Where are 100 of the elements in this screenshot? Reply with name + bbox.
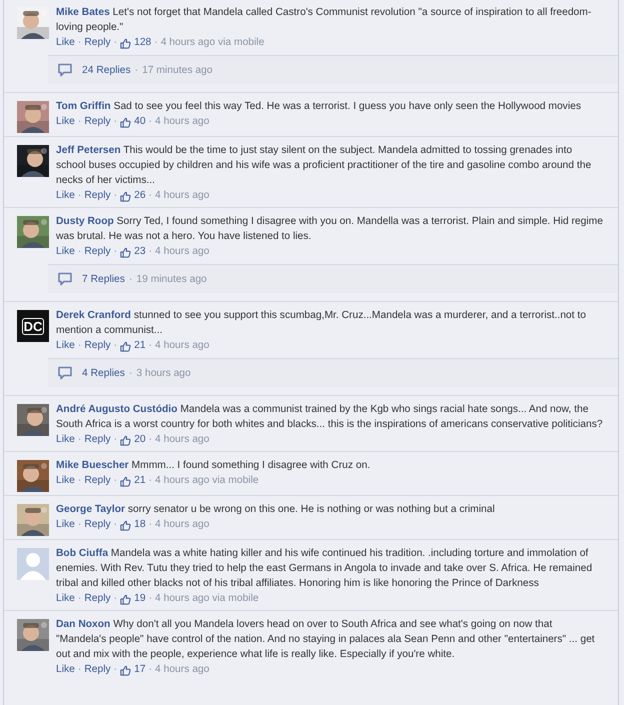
separator: · bbox=[148, 245, 152, 259]
separator: · bbox=[114, 433, 118, 447]
separator: · bbox=[148, 518, 152, 532]
author-link[interactable]: Tom Griffin bbox=[56, 101, 111, 112]
speech-bubble-icon bbox=[58, 63, 72, 77]
avatar-initials: DC bbox=[22, 318, 44, 334]
separator: · bbox=[114, 115, 118, 129]
thumbs-up-icon bbox=[120, 664, 132, 676]
comment-text: Dusty Roop Sorry Ted, I found something I disagree with you on. Mandella was a terrorist. Plain and simple. Hid regime was brutal. He was not a hero. You have listened to lies. bbox=[56, 215, 604, 244]
reply-link[interactable]: Reply bbox=[84, 662, 111, 678]
speech-bubble-icon bbox=[58, 272, 72, 286]
separator: · bbox=[148, 115, 152, 129]
comment-text: André Augusto Custódio Mandela was a communist trained by the Kgb who sings racial hate songs... And now, the South Africa is a worst country for both whites and blacks... this is the inspirations of americans conservative politicians? bbox=[56, 403, 604, 432]
separator: · bbox=[128, 368, 132, 378]
thumbs-up-icon bbox=[120, 340, 132, 352]
like-count[interactable]: 19 bbox=[134, 591, 146, 607]
separator: · bbox=[114, 36, 118, 50]
separator: · bbox=[78, 245, 82, 259]
comment-text: Jeff Petersen This would be the time to just stay silent on the subject. Mandela admitted to tossing grenades into school buses occupied by children and his wife was a proficient practitioner of the tire and gasoline combo around the necks of her victims... bbox=[56, 144, 592, 188]
thumbs-up-icon bbox=[120, 594, 132, 604]
like-link[interactable]: Like bbox=[56, 244, 75, 260]
timestamp: 4 hours ago bbox=[155, 189, 210, 203]
reply-link[interactable]: Reply bbox=[84, 35, 111, 51]
reply-link[interactable]: Reply bbox=[84, 517, 111, 533]
author-link[interactable]: Dan Noxon bbox=[56, 619, 110, 630]
reply-link[interactable]: Reply bbox=[84, 432, 111, 448]
like-link[interactable]: Like bbox=[56, 188, 75, 204]
separator: · bbox=[114, 592, 118, 606]
separator: · bbox=[114, 339, 118, 353]
separator: · bbox=[78, 433, 82, 447]
author-link[interactable]: Mike Buescher bbox=[56, 460, 129, 471]
like-count[interactable]: 18 bbox=[134, 517, 146, 533]
reply-link[interactable]: Reply bbox=[84, 473, 111, 489]
thumbs-up-icon bbox=[120, 476, 132, 486]
speech-bubble-icon bbox=[58, 366, 72, 380]
separator: · bbox=[154, 36, 158, 50]
like-count[interactable]: 17 bbox=[134, 662, 146, 678]
separator: · bbox=[114, 189, 118, 203]
separator: · bbox=[78, 189, 82, 203]
timestamp: 4 hours ago bbox=[155, 433, 210, 447]
like-link[interactable]: Like bbox=[56, 662, 75, 678]
like-link[interactable]: Like bbox=[56, 517, 75, 533]
separator: · bbox=[78, 518, 82, 532]
like-link[interactable]: Like bbox=[56, 35, 75, 51]
like-link[interactable]: Like bbox=[56, 338, 75, 354]
author-link[interactable]: Jeff Petersen bbox=[56, 145, 121, 156]
thumbs-up-icon bbox=[120, 434, 132, 446]
reply-link[interactable]: Reply bbox=[84, 591, 111, 607]
replies-link[interactable]: 24 Replies bbox=[82, 64, 131, 76]
thumbs-up-icon bbox=[120, 246, 132, 258]
reply-link[interactable]: Reply bbox=[84, 188, 111, 204]
timestamp: 4 hours ago bbox=[155, 339, 210, 353]
timestamp: 4 hours ago via mobile bbox=[155, 592, 259, 606]
separator: · bbox=[78, 339, 82, 353]
separator: · bbox=[148, 189, 152, 203]
separator: · bbox=[78, 592, 82, 606]
replies-link[interactable]: 4 Replies bbox=[82, 368, 125, 378]
comment-text: George Taylor sorry senator u be wrong on this one. He is nothing or was nothing but a criminal bbox=[56, 503, 496, 517]
separator: · bbox=[128, 274, 132, 284]
separator: · bbox=[78, 115, 82, 129]
like-link[interactable]: Like bbox=[56, 591, 75, 607]
timestamp: 4 hours ago bbox=[155, 115, 210, 129]
like-link[interactable]: Like bbox=[56, 114, 75, 130]
comment-text: Mike Bates Let's not forget that Mandela called Castro's Communist revolution "a source of inspiration to all freedom-loving people." bbox=[56, 6, 592, 35]
timestamp: 4 hours ago bbox=[155, 518, 210, 532]
author-link[interactable]: André Augusto Custódio bbox=[56, 404, 178, 415]
replies-bar[interactable]: 7 Replies · 19 minutes ago bbox=[48, 264, 618, 293]
replies-bar[interactable]: 4 Replies · 3 hours ago bbox=[48, 358, 618, 387]
separator: · bbox=[78, 474, 82, 488]
replies-link[interactable]: 7 Replies bbox=[82, 274, 125, 284]
separator: · bbox=[114, 245, 118, 259]
author-link[interactable]: George Taylor bbox=[56, 504, 126, 515]
like-link[interactable]: Like bbox=[56, 432, 75, 448]
reply-link[interactable]: Reply bbox=[84, 338, 111, 354]
reply-link[interactable]: Reply bbox=[84, 114, 111, 130]
like-count[interactable]: 40 bbox=[134, 114, 146, 130]
author-link[interactable]: Dusty Roop bbox=[56, 216, 114, 227]
separator: · bbox=[114, 474, 118, 488]
silhouette-avatar-icon bbox=[17, 548, 49, 580]
like-count[interactable]: 26 bbox=[134, 188, 146, 204]
like-link[interactable]: Like bbox=[56, 473, 75, 489]
separator: · bbox=[114, 663, 118, 677]
separator: · bbox=[78, 663, 82, 677]
thumbs-up-icon bbox=[120, 520, 132, 530]
reply-link[interactable]: Reply bbox=[84, 244, 111, 260]
author-link[interactable]: Mike Bates bbox=[56, 7, 110, 18]
replies-bar[interactable]: 24 Replies · 17 minutes ago bbox=[48, 55, 618, 84]
like-count[interactable]: 21 bbox=[134, 338, 146, 354]
timestamp: 4 hours ago via mobile bbox=[155, 474, 259, 488]
like-count[interactable]: 21 bbox=[134, 473, 146, 489]
author-link[interactable]: Bob Ciuffa bbox=[56, 548, 108, 559]
author-link[interactable]: Derek Cranford bbox=[56, 310, 131, 321]
thumbs-up-icon bbox=[120, 190, 132, 202]
separator: · bbox=[148, 663, 152, 677]
like-count[interactable]: 128 bbox=[134, 35, 152, 51]
timestamp: 4 hours ago via mobile bbox=[160, 36, 264, 50]
like-count[interactable]: 20 bbox=[134, 432, 146, 448]
comment-text: Derek Cranford stunned to see you support this scumbag,Mr. Cruz...Mandela was a murderer, and a terrorist..not to mention a communist... bbox=[56, 309, 587, 338]
comment-text: Bob Ciuffa Mandela was a white hating killer and his wife continued his tradition. .including torture and immolation of enemies. With Rev. Tutu they tried to help the east Germans in Angola to invade and take over S. Africa. He remained tribal and killed other blacks not of his tribal affiliates. Honoring him is like honoring the Prince of Darkness bbox=[56, 547, 594, 591]
like-count[interactable]: 23 bbox=[134, 244, 146, 260]
